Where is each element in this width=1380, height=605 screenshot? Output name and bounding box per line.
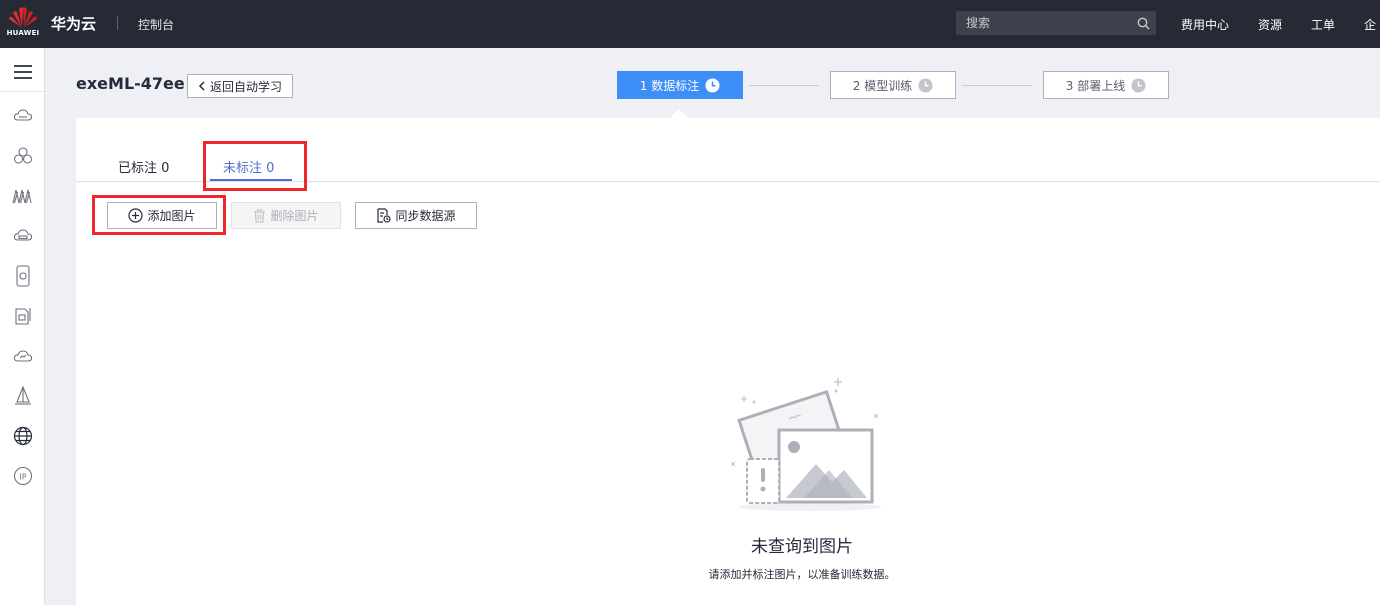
step-pointer [670,109,688,118]
huawei-logo[interactable]: HUAWEI [6,6,40,42]
step-connector [962,85,1032,86]
step-label: 2 模型训练 [852,78,913,93]
search-icon[interactable] [1130,17,1156,30]
huawei-flower-icon [9,7,37,27]
clock-icon [918,78,933,93]
sidebar: IP [0,48,45,605]
back-button-label: 返回自动学习 [209,79,282,94]
step-label: 3 部署上线 [1065,78,1126,93]
delete-image-button[interactable]: 删除图片 [231,202,341,229]
nav-enterprise[interactable]: 企 [1364,16,1376,33]
job-title: exeML-47ee [76,74,185,93]
device-icon[interactable] [0,259,45,293]
step-data-labeling[interactable]: 1 数据标注 [617,71,743,99]
svg-text:IP: IP [19,473,26,482]
nav-resources[interactable]: 资源 [1258,16,1282,33]
search-box[interactable] [956,11,1156,35]
cloud-check-icon[interactable] [0,339,45,373]
step-model-training[interactable]: 2 模型训练 [830,71,956,99]
sync-file-icon [376,208,392,223]
trash-icon [253,208,266,223]
clock-icon [1131,78,1146,93]
add-image-label: 添加图片 [147,209,196,223]
plus-circle-icon [128,208,144,223]
tower-icon[interactable] [0,379,45,413]
tab-unlabeled[interactable]: 未标注 0 [223,157,274,176]
globe-icon[interactable] [0,419,45,453]
tabs-divider [76,181,1380,182]
delete-image-label: 删除图片 [270,209,319,223]
clock-icon [705,78,720,93]
logo-text: HUAWEI [6,29,40,37]
chevron-left-icon [198,81,205,91]
empty-title: 未查询到图片 [751,537,853,557]
brand-name[interactable]: 华为云 [51,13,96,34]
network-icon[interactable] [0,179,45,213]
empty-image-illustration [724,374,884,517]
file-icon[interactable] [0,299,45,333]
storage-icon[interactable] [0,219,45,253]
add-image-button[interactable]: 添加图片 [107,202,217,229]
step-connector [749,85,819,86]
nav-tickets[interactable]: 工单 [1311,16,1335,33]
nav-billing[interactable]: 费用中心 [1181,16,1229,33]
top-nav: 费用中心 资源 工单 企 [1181,16,1380,33]
sync-datasource-button[interactable]: 同步数据源 [355,202,477,229]
divider [117,16,118,30]
cluster-icon[interactable] [0,139,45,173]
cloud-server-icon[interactable] [0,99,45,133]
back-button[interactable]: 返回自动学习 [187,74,293,98]
sync-datasource-label: 同步数据源 [395,209,456,223]
tab-labeled[interactable]: 已标注 0 [118,157,169,176]
console-link[interactable]: 控制台 [138,16,174,33]
empty-subtitle: 请添加并标注图片，以准备训练数据。 [708,568,896,581]
top-bar: HUAWEI 华为云 控制台 费用中心 资源 工单 企 [0,0,1380,48]
menu-icon[interactable] [0,52,45,92]
step-deploy[interactable]: 3 部署上线 [1043,71,1169,99]
step-label: 1 数据标注 [639,78,700,93]
ip-icon[interactable]: IP [0,459,45,493]
search-input[interactable] [956,11,1130,35]
